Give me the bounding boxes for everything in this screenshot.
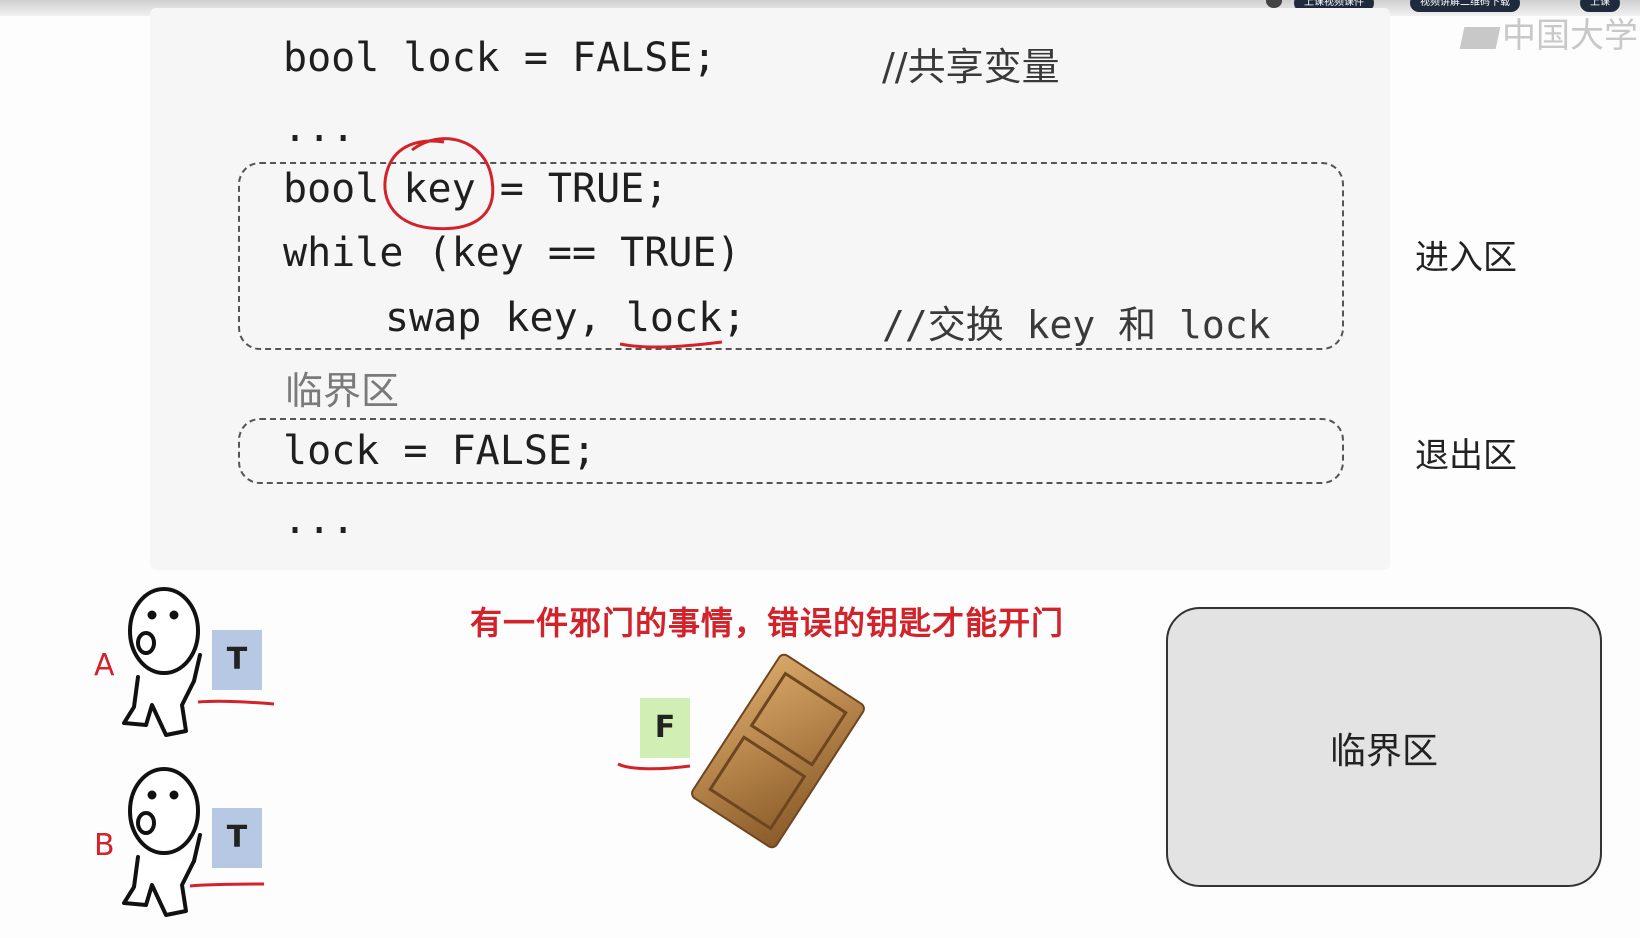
stick-person-icon — [122, 587, 202, 737]
person-b-label: B — [94, 828, 115, 863]
critical-section-label: 临界区 — [1329, 731, 1438, 772]
scene-message: 有一件邪门的事情，错误的钥匙才能开门 — [470, 604, 1065, 642]
lock-underline-annotation — [619, 340, 723, 349]
key-circle-annotation — [383, 137, 495, 231]
token-b: T — [212, 808, 262, 868]
person-a-label: A — [94, 648, 115, 683]
person-b-figure — [122, 767, 202, 917]
person-a-figure — [122, 587, 202, 737]
critical-section-box: 临界区 — [1166, 607, 1602, 887]
token-a-underline — [197, 699, 275, 706]
stick-person-icon — [122, 767, 202, 917]
token-f-underline — [617, 762, 691, 771]
door-token: F — [640, 698, 690, 758]
door-icon — [691, 653, 865, 849]
token-a: T — [212, 630, 262, 690]
